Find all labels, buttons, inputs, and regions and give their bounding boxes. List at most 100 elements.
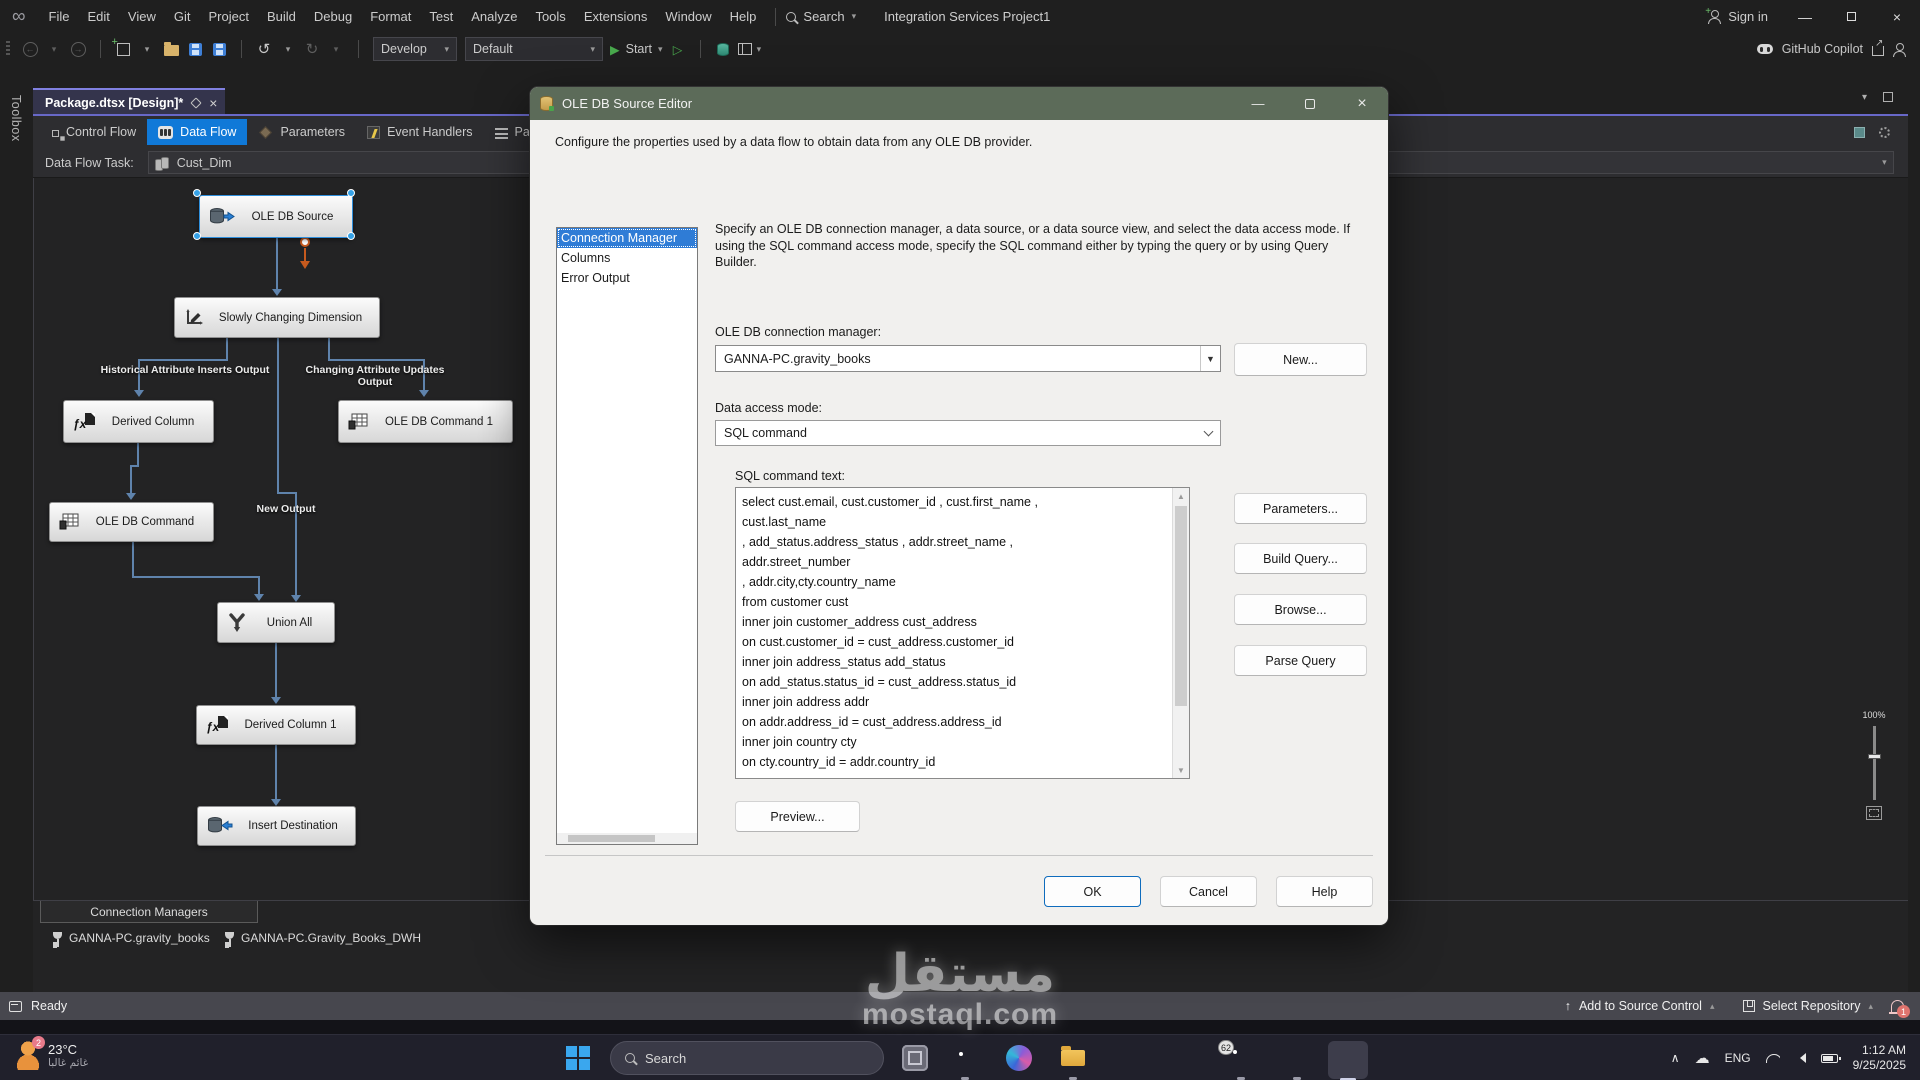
page-error-output[interactable]: Error Output — [557, 268, 697, 288]
error-output-origin-icon[interactable] — [300, 237, 310, 247]
minimize-button[interactable]: — — [1782, 0, 1828, 33]
window-layout-button[interactable]: ▾ — [735, 36, 765, 62]
new-connection-button[interactable]: New... — [1234, 343, 1367, 376]
browse-button[interactable]: Browse... — [1234, 594, 1367, 625]
node-derived-column-1[interactable]: ƒx Derived Column 1 — [196, 705, 356, 745]
connector[interactable] — [132, 576, 260, 578]
dialog-title-bar[interactable]: OLE DB Source Editor — × — [530, 87, 1388, 120]
menu-view[interactable]: View — [119, 0, 165, 33]
connector[interactable] — [275, 643, 277, 699]
connection-manager-item[interactable]: GANNA-PC.Gravity_Books_DWH — [225, 931, 421, 945]
package-icon[interactable] — [1854, 126, 1865, 138]
dropdown-arrow-icon[interactable]: ▼ — [1200, 346, 1220, 371]
menu-project[interactable]: Project — [199, 0, 257, 33]
scrollbar-thumb[interactable] — [568, 835, 655, 842]
wifi-icon[interactable] — [1765, 1053, 1780, 1063]
menu-window[interactable]: Window — [656, 0, 720, 33]
language-indicator[interactable]: ENG — [1725, 1051, 1751, 1065]
menu-analyze[interactable]: Analyze — [462, 0, 526, 33]
quick-search[interactable]: Search ▾ — [786, 9, 856, 24]
weather-widget[interactable]: 2 23°C غائم غالبا — [16, 1036, 88, 1070]
navigate-back-button[interactable]: ← — [18, 36, 42, 62]
connector[interactable] — [277, 492, 297, 494]
pin-icon[interactable] — [190, 97, 202, 109]
parse-query-button[interactable]: Parse Query — [1234, 645, 1367, 676]
menu-file[interactable]: File — [40, 0, 79, 33]
toolbar-grip[interactable] — [6, 41, 10, 57]
redo-button[interactable]: ↻ — [300, 36, 324, 62]
page-columns[interactable]: Columns — [557, 248, 697, 268]
menu-edit[interactable]: Edit — [79, 0, 119, 33]
selection-handle[interactable] — [193, 232, 201, 240]
battery-icon[interactable] — [1820, 1053, 1841, 1063]
menu-tools[interactable]: Tools — [526, 0, 574, 33]
tray-chevron-up-icon[interactable]: ∧ — [1671, 1051, 1680, 1065]
parameters-button[interactable]: Parameters... — [1234, 493, 1367, 524]
start-button[interactable] — [566, 1046, 590, 1070]
back-dropdown-icon[interactable]: ▾ — [42, 36, 66, 62]
menu-git[interactable]: Git — [165, 0, 200, 33]
tab-close-icon[interactable]: × — [209, 95, 217, 111]
toolbox-tab[interactable]: Toolbox — [9, 95, 23, 142]
taskbar-search[interactable]: Search — [610, 1041, 884, 1075]
edge-icon[interactable] — [1006, 1045, 1032, 1071]
notifications-bell-icon[interactable]: 1 — [1889, 1000, 1910, 1018]
connector[interactable] — [130, 465, 132, 496]
node-ole-db-command-1[interactable]: OLE DB Command 1 — [338, 400, 513, 443]
file-explorer-icon[interactable] — [1060, 1045, 1086, 1071]
menu-format[interactable]: Format — [361, 0, 420, 33]
onedrive-cloud-icon[interactable]: ☁ — [1695, 1049, 1710, 1067]
dialog-maximize-button[interactable] — [1284, 87, 1336, 120]
zoom-slider-thumb[interactable] — [1867, 754, 1881, 759]
menu-test[interactable]: Test — [420, 0, 462, 33]
help-button[interactable]: Help — [1276, 876, 1373, 907]
dialog-close-button[interactable]: × — [1336, 87, 1388, 120]
connection-managers-header[interactable]: Connection Managers — [40, 901, 258, 923]
dialog-minimize-button[interactable]: — — [1232, 87, 1284, 120]
clock[interactable]: 1:12 AM 9/25/2025 — [1853, 1043, 1906, 1073]
redo-dropdown-icon[interactable]: ▾ — [324, 36, 348, 62]
connector[interactable] — [226, 338, 228, 361]
volume-icon[interactable] — [1795, 1053, 1806, 1063]
new-project-button[interactable] — [111, 36, 135, 62]
select-repository-button[interactable]: Select Repository ▴ — [1733, 992, 1884, 1020]
undo-button[interactable]: ↺ — [252, 36, 276, 62]
scrollbar-thumb[interactable] — [1175, 506, 1187, 706]
tab-control-flow[interactable]: Control Flow — [41, 119, 147, 145]
tab-event-handlers[interactable]: Event Handlers — [356, 119, 483, 145]
selection-handle[interactable] — [347, 189, 355, 197]
solution-platform-dropdown[interactable]: Default ▾ — [465, 37, 603, 61]
menu-extensions[interactable]: Extensions — [575, 0, 657, 33]
connector[interactable] — [137, 443, 139, 467]
menu-build[interactable]: Build — [258, 0, 305, 33]
start-debug-button[interactable]: ▶ Start ▾ — [607, 36, 666, 62]
page-connection-manager[interactable]: Connection Manager — [557, 228, 697, 248]
active-app-button[interactable] — [1328, 1041, 1368, 1080]
data-access-mode-dropdown[interactable]: SQL command — [715, 420, 1221, 446]
connector[interactable] — [132, 542, 134, 578]
save-button[interactable] — [183, 36, 207, 62]
data-tools-button[interactable] — [711, 36, 735, 62]
connection-manager-item[interactable]: GANNA-PC.gravity_books — [53, 931, 210, 945]
task-view-button[interactable] — [902, 1045, 928, 1071]
connector[interactable] — [275, 745, 277, 801]
node-insert-destination[interactable]: Insert Destination — [197, 806, 356, 846]
zoom-to-fit-icon[interactable] — [1866, 806, 1882, 820]
horizontal-scrollbar[interactable] — [557, 833, 697, 844]
solution-configuration-dropdown[interactable]: Develop ▾ — [373, 37, 457, 61]
tab-data-flow[interactable]: Data Flow — [147, 119, 248, 145]
menu-help[interactable]: Help — [721, 0, 766, 33]
sql-command-text[interactable]: select cust.email, cust.customer_id , cu… — [742, 492, 1167, 774]
new-dropdown-icon[interactable]: ▾ — [135, 36, 159, 62]
cancel-button[interactable]: Cancel — [1160, 876, 1257, 907]
node-slowly-changing-dimension[interactable]: Slowly Changing Dimension — [174, 297, 380, 338]
open-file-button[interactable] — [159, 36, 183, 62]
connector[interactable] — [139, 359, 228, 361]
error-output-connector[interactable] — [304, 248, 306, 262]
connector[interactable] — [276, 238, 278, 291]
zoom-slider[interactable] — [1867, 726, 1881, 800]
ok-button[interactable]: OK — [1044, 876, 1141, 907]
sql-command-textarea[interactable]: select cust.email, cust.customer_id , cu… — [735, 487, 1190, 779]
document-tab[interactable]: Package.dtsx [Design]* × — [33, 88, 226, 116]
node-ole-db-command[interactable]: OLE DB Command — [49, 502, 214, 542]
